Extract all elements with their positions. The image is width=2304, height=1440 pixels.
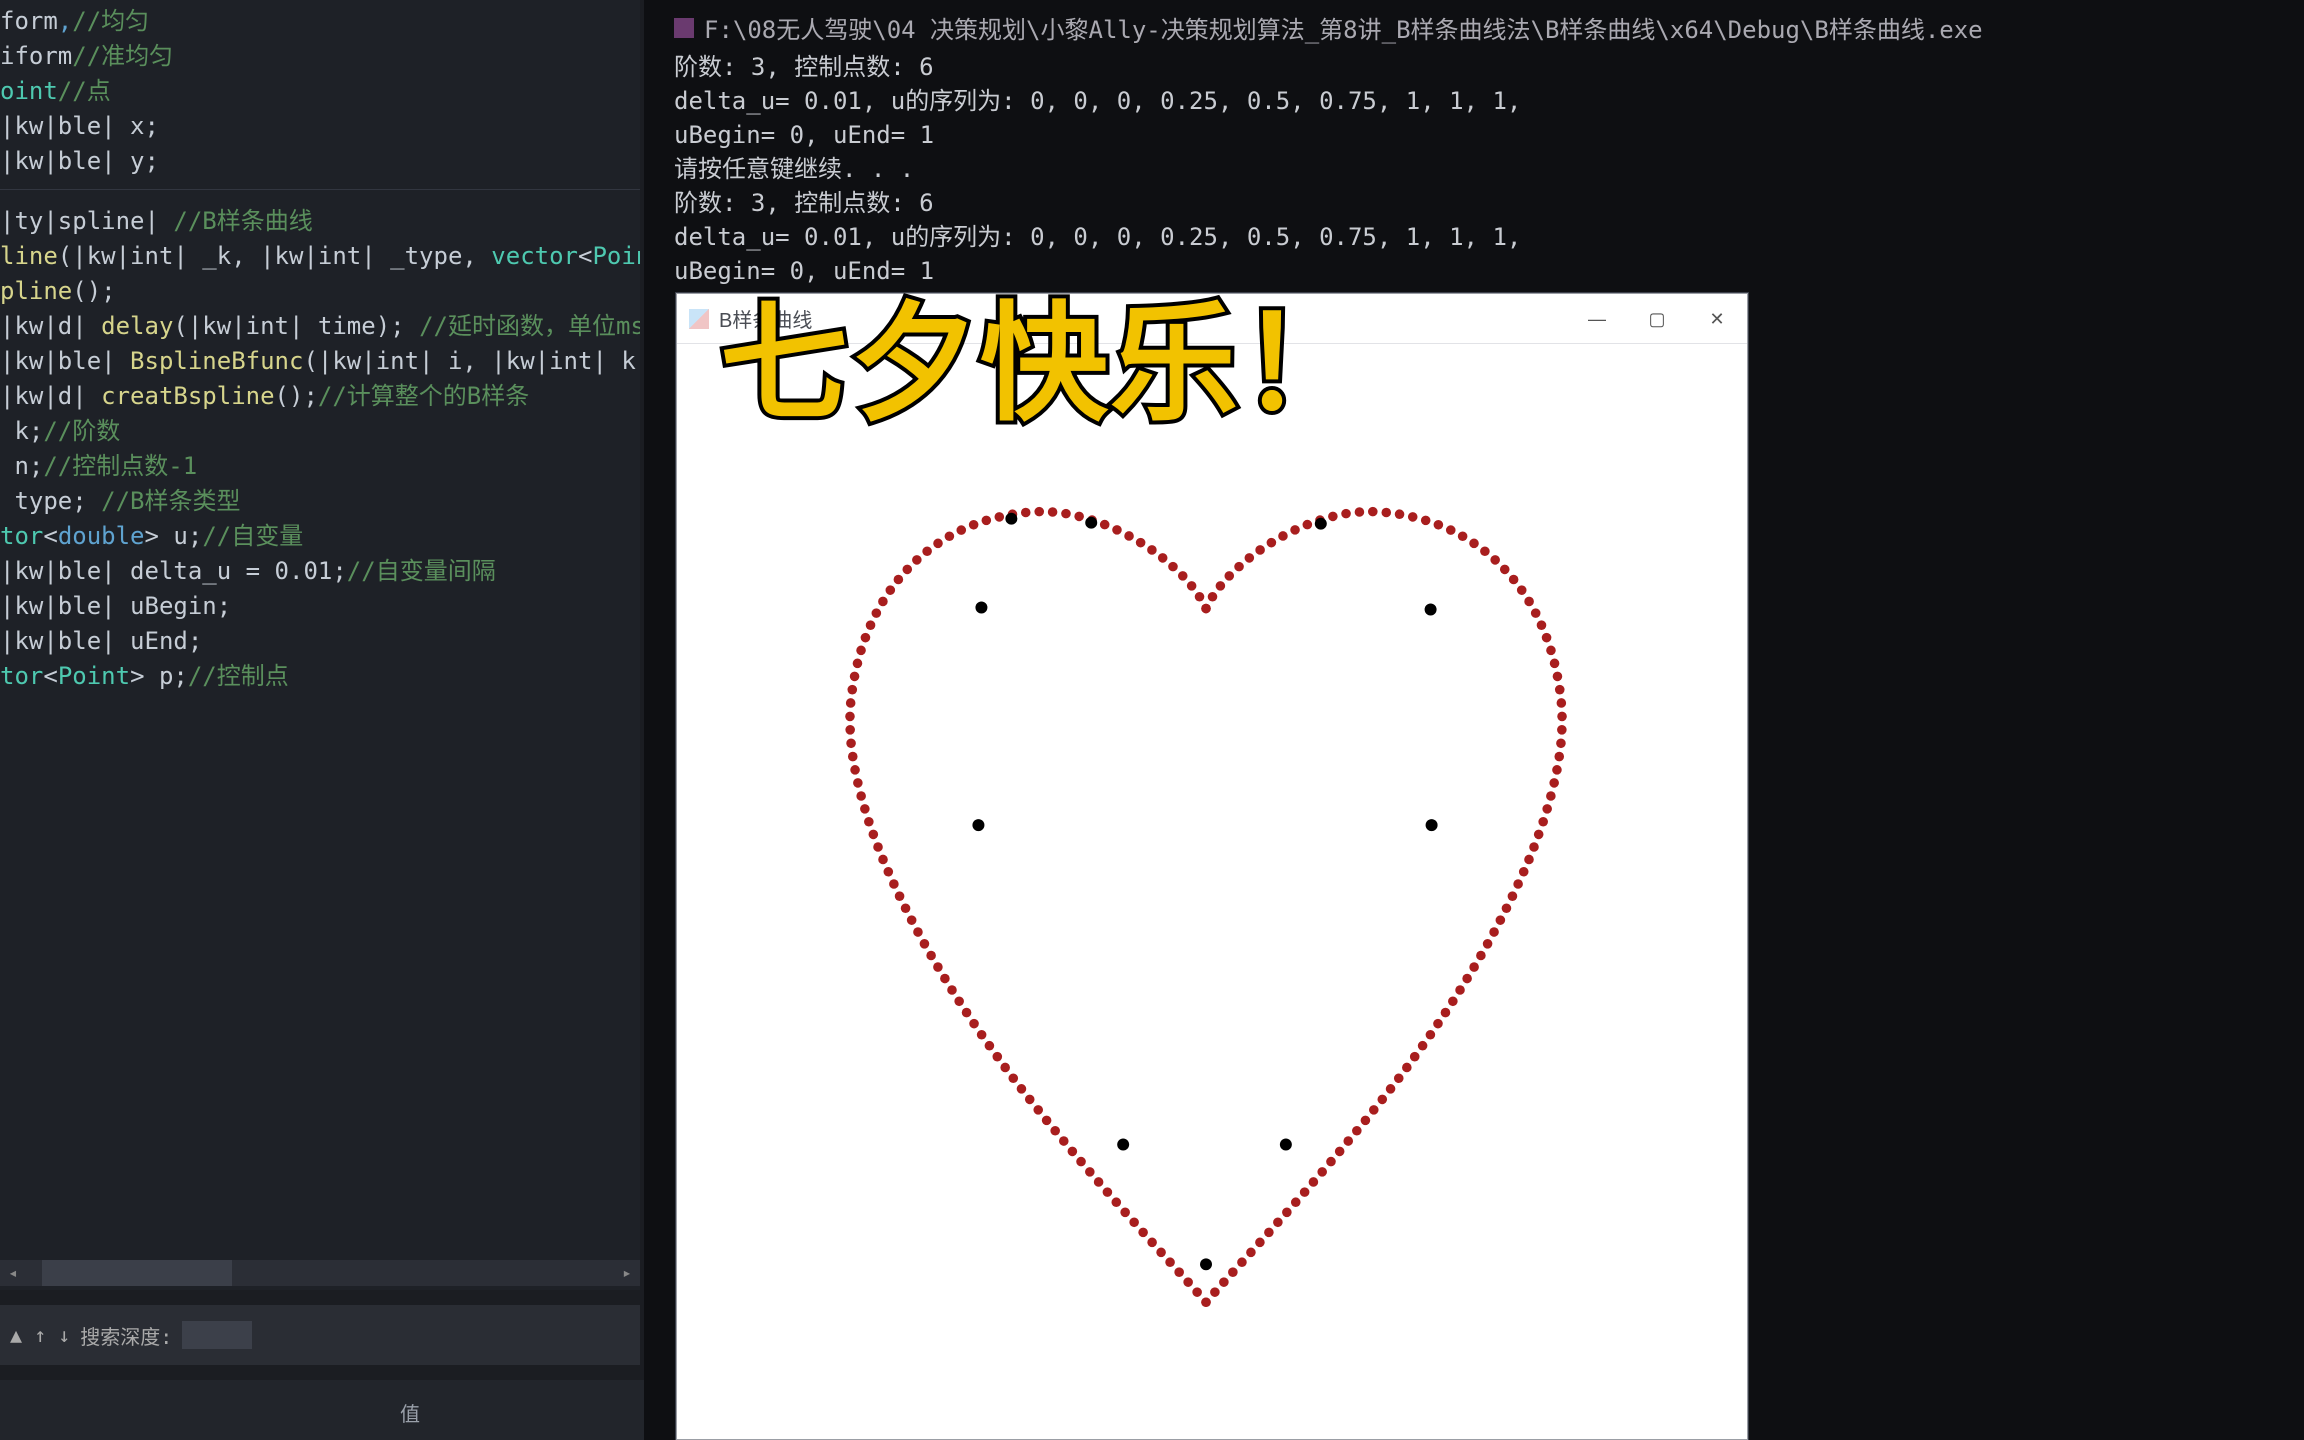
code-line[interactable]: |kw|d| delay(|kw|int| time); //延时函数，单位ms <box>0 309 640 344</box>
code-line[interactable]: |kw|ble| uBegin; <box>0 589 640 624</box>
maximize-button[interactable]: ▢ <box>1627 294 1687 344</box>
control-point-dots <box>972 513 1437 1271</box>
graphics-output-window: B样条曲线 — ▢ ✕ <box>676 293 1748 1440</box>
code-line[interactable]: |kw|ble| delta_u = 0.01;//自变量间隔 <box>0 554 640 589</box>
heart-plot <box>677 344 1747 1439</box>
search-depth-input[interactable] <box>182 1321 252 1349</box>
code-line[interactable]: |kw|ble| uEnd; <box>0 624 640 659</box>
search-depth-label: 搜索深度: <box>80 1321 172 1350</box>
close-button[interactable]: ✕ <box>1687 294 1747 344</box>
code-line[interactable]: |kw|ble| y; <box>0 144 640 179</box>
code-line[interactable]: oint//点 <box>0 74 640 109</box>
status-value-label: 值 <box>400 1402 420 1426</box>
find-toolbar: ▲ ↑ ↓ 搜索深度: <box>0 1305 640 1365</box>
code-line[interactable]: |kw|ble| BsplineBfunc(|kw|int| i, |kw|in… <box>0 344 640 379</box>
graphics-app-icon <box>689 309 709 329</box>
console-title-text: F:\08无人驾驶\04 决策规划\小黎Ally-决策规划算法_第8讲_B样条曲… <box>704 10 1983 45</box>
code-line[interactable]: n;//控制点数-1 <box>0 449 640 484</box>
code-line[interactable]: type; //B样条类型 <box>0 484 640 519</box>
scroll-thumb[interactable] <box>42 1260 232 1286</box>
code-line[interactable]: |kw|d| creatBspline();//计算整个的B样条 <box>0 379 640 414</box>
find-nav-icons[interactable]: ▲ ↑ ↓ <box>10 1323 70 1347</box>
code-line[interactable]: iform//准均匀 <box>0 39 640 74</box>
code-line[interactable]: k;//阶数 <box>0 414 640 449</box>
editor-horizontal-scrollbar[interactable]: ◂ ▸ <box>0 1260 640 1286</box>
code-line[interactable]: form,//均匀 <box>0 4 640 39</box>
graphics-canvas <box>677 344 1747 1439</box>
scroll-left-arrow[interactable]: ◂ <box>0 1260 26 1286</box>
code-line[interactable]: pline(); <box>0 274 640 309</box>
console-title-bar[interactable]: F:\08无人驾驶\04 决策规划\小黎Ally-决策规划算法_第8讲_B样条曲… <box>674 10 1983 45</box>
code-line[interactable]: |kw|ble| x; <box>0 109 640 144</box>
code-line[interactable]: tor<double> u;//自变量 <box>0 519 640 554</box>
code-editor-pane[interactable]: form,//均匀iform//准均匀oint//点|kw|ble| x;|kw… <box>0 0 640 1290</box>
code-line[interactable]: |ty|spline| //B样条曲线 <box>0 204 640 239</box>
code-line[interactable]: line(|kw|int| _k, |kw|int| _type, vector… <box>0 239 640 274</box>
overlay-greeting-text: 七夕快乐！ <box>720 260 1370 445</box>
scroll-right-arrow[interactable]: ▸ <box>614 1260 640 1286</box>
minimize-button[interactable]: — <box>1567 294 1627 344</box>
console-app-icon <box>674 18 694 38</box>
code-line[interactable]: tor<Point> p;//控制点 <box>0 659 640 694</box>
heart-curve-dots <box>845 507 1567 1307</box>
